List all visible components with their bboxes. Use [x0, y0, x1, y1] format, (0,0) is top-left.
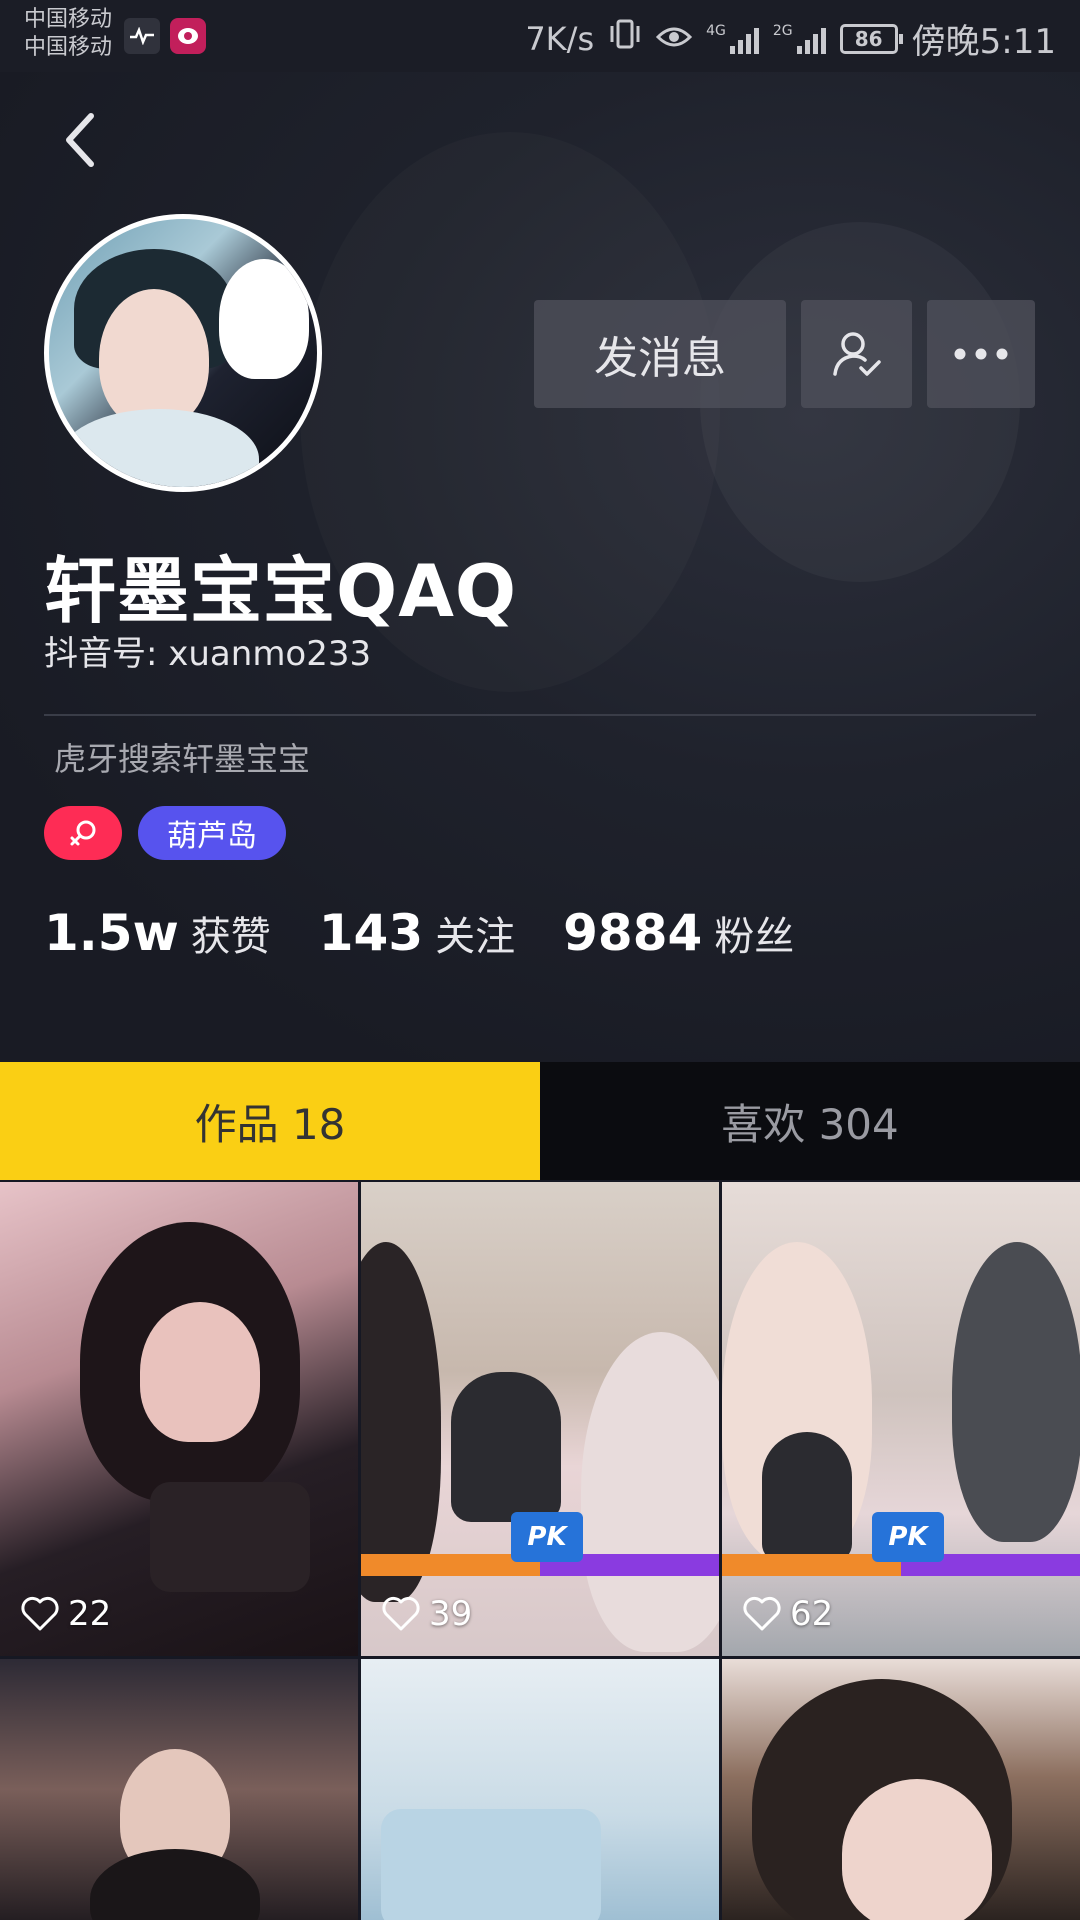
- carrier-2: 中国移动: [24, 35, 113, 60]
- signal-4g-icon: 4G: [706, 24, 759, 54]
- heart-icon: [382, 1596, 420, 1631]
- stat-followers[interactable]: 9884 粉丝: [563, 904, 794, 962]
- tab-works[interactable]: 作品 18: [0, 1062, 540, 1180]
- video-grid: 22 PK 39 PK 62: [0, 1182, 1080, 1920]
- following-label: 关注: [435, 914, 516, 960]
- profile-nickname: 轩墨宝宝QAQ: [44, 549, 518, 633]
- back-button[interactable]: [50, 105, 110, 175]
- more-options-button[interactable]: [927, 300, 1035, 408]
- female-icon: [70, 820, 96, 846]
- profile-stats: 1.5w 获赞 143 关注 9884 粉丝: [44, 904, 842, 962]
- chevron-left-icon: [66, 113, 94, 167]
- status-bar: 中国移动 中国移动 7K/s 4G 2G 86 傍晚5:11: [0, 0, 1080, 72]
- video-thumbnail[interactable]: [0, 1659, 358, 1920]
- clock: 傍晚5:11: [911, 22, 1056, 62]
- douyin-id: 抖音号: xuanmo233: [44, 634, 372, 674]
- net-speed: 7K/s: [525, 19, 595, 58]
- video-likes: 62: [742, 1594, 833, 1634]
- likes-label: 获赞: [190, 914, 271, 960]
- location-tag[interactable]: 葫芦岛: [138, 806, 286, 860]
- video-thumbnail[interactable]: PK 39: [361, 1182, 719, 1656]
- video-thumbnail[interactable]: PK 62: [722, 1182, 1080, 1656]
- following-count: 143: [318, 904, 424, 962]
- notification-icons: [124, 18, 206, 54]
- stat-following[interactable]: 143 关注: [319, 904, 515, 962]
- user-check-icon: [832, 332, 881, 376]
- carrier-labels: 中国移动 中国移动: [24, 6, 112, 62]
- video-likes-count: 39: [429, 1594, 473, 1634]
- followers-count: 9884: [563, 904, 703, 962]
- female-gender-tag: [44, 806, 122, 860]
- likes-count: 1.5w: [44, 904, 179, 962]
- tab-likes[interactable]: 喜欢 304: [540, 1062, 1080, 1180]
- more-dots-icon: [954, 348, 1008, 360]
- video-thumbnail[interactable]: 22: [0, 1182, 358, 1656]
- avatar[interactable]: [44, 214, 322, 492]
- video-likes-count: 62: [790, 1594, 834, 1634]
- profile-bio: 虎牙搜索轩墨宝宝: [54, 740, 311, 778]
- follow-button[interactable]: [801, 300, 912, 408]
- carrier-1: 中国移动: [24, 7, 113, 32]
- status-right: 7K/s 4G 2G 86 傍晚5:11: [525, 14, 1056, 63]
- vibrate-icon: [608, 18, 642, 59]
- send-message-button[interactable]: 发消息: [534, 300, 786, 408]
- heart-icon: [21, 1596, 59, 1631]
- activity-app-icon: [124, 18, 160, 54]
- pk-badge: PK: [511, 1512, 583, 1562]
- profile-tabs: 作品 18 喜欢 304: [0, 1062, 1080, 1180]
- signal-4g-label: 4G: [706, 22, 726, 39]
- heart-icon: [743, 1596, 781, 1631]
- app-notification-icon: [170, 18, 206, 54]
- battery-icon: 86: [839, 23, 903, 54]
- pk-badge: PK: [872, 1512, 944, 1562]
- followers-label: 粉丝: [714, 914, 795, 960]
- video-thumbnail[interactable]: [361, 1659, 719, 1920]
- video-thumbnail[interactable]: [722, 1659, 1080, 1920]
- eye-icon: [655, 19, 693, 59]
- video-likes: 22: [20, 1594, 111, 1634]
- signal-2g-label: 2G: [772, 22, 793, 39]
- video-likes: 39: [381, 1594, 472, 1634]
- stat-likes: 1.5w 获赞: [44, 904, 271, 962]
- signal-2g-icon: 2G: [773, 24, 826, 54]
- video-likes-count: 22: [68, 1594, 112, 1634]
- divider: [44, 714, 1036, 716]
